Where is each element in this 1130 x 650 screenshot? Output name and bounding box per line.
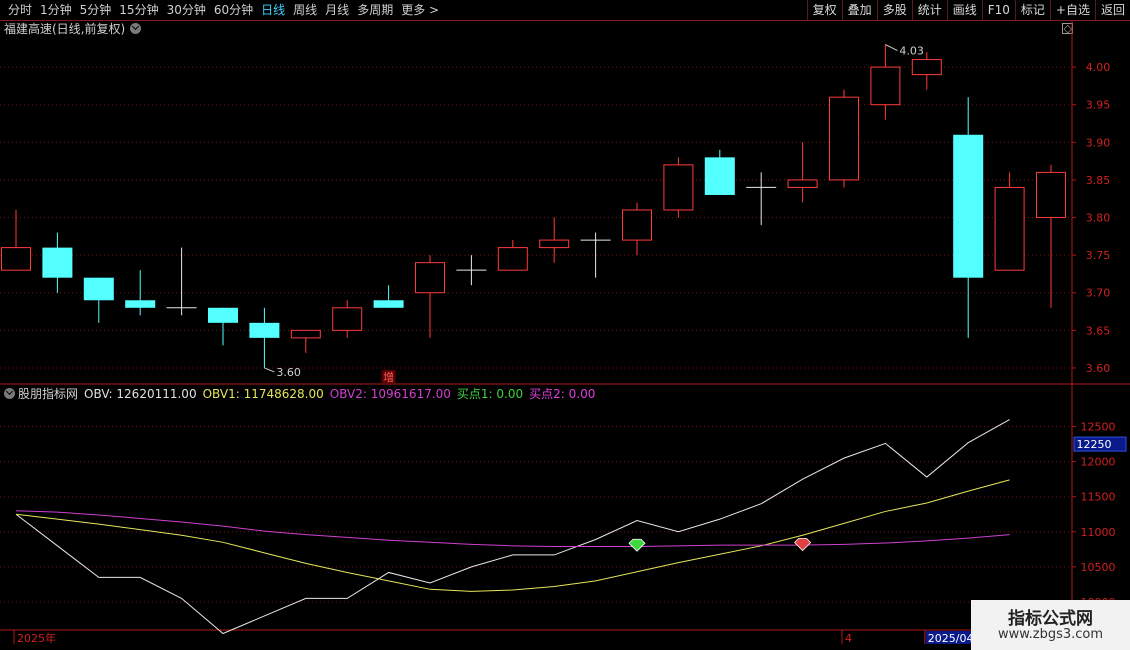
price-tick-label: 3.80 (1086, 212, 1111, 225)
candle-body (83, 277, 114, 301)
ind-tick-label: 12000 (1081, 456, 1116, 469)
price-tick-label: 3.95 (1086, 99, 1111, 112)
price-tick-label: 3.60 (1086, 362, 1111, 375)
price-tick-label: 3.75 (1086, 249, 1111, 262)
ind-tick-label: 11000 (1081, 526, 1116, 539)
candle-body (663, 164, 694, 211)
low-marker-label: 3.60 (276, 366, 301, 379)
time-label: 2025年 (17, 631, 56, 645)
candle-body (953, 134, 984, 278)
candle-body (249, 322, 280, 338)
watermark: 指标公式网 www.zbgs3.com (971, 600, 1130, 650)
buy-signal-gem-1 (628, 538, 646, 552)
indicator-title: 股朋指标网 OBV: 12620111.00 OBV1: 11748628.00 OB… (4, 386, 601, 402)
kline-chart: 4.00 3.95 3.90 3.85 3.80 3.75 3.70 3.65 3.60 4.03… (0, 21, 1130, 650)
price-tick-label: 3.90 (1086, 136, 1111, 149)
current-value-label: 12250 (1077, 438, 1112, 451)
candle-body (208, 307, 238, 323)
price-tick-label: 3.70 (1086, 287, 1111, 300)
buy-signal-gem-2 (794, 538, 812, 552)
candle-body (332, 307, 363, 331)
watermark-url: www.zbgs3.com (997, 627, 1104, 642)
high-marker-line (885, 44, 898, 51)
candle-body (829, 96, 859, 181)
indicator-value-2: OBV2: 10961617.00 (329, 387, 451, 401)
candle-body (415, 262, 445, 294)
indicator-value-4: 买点2: 0.00 (529, 387, 596, 401)
candle-body (125, 300, 156, 308)
indicator-name[interactable]: 股朋指标网 (18, 387, 78, 401)
candle-body (787, 179, 818, 188)
price-tick-label: 3.65 (1086, 324, 1111, 337)
candle-body (1036, 171, 1066, 219)
series-obv2 (15, 510, 1010, 548)
candle-body (704, 157, 735, 195)
candle-body (1, 247, 31, 271)
candle-body (290, 329, 321, 339)
price-tick-label: 3.85 (1086, 174, 1111, 187)
indicator-value-1: OBV1: 11748628.00 (202, 387, 324, 401)
candle-body (539, 239, 570, 249)
ind-tick-label: 12500 (1081, 421, 1116, 434)
high-marker-label: 4.03 (899, 45, 924, 58)
candle-body (870, 66, 901, 106)
indicator-value-0: OBV: 12620111.00 (84, 387, 197, 401)
watermark-title: 指标公式网 (1008, 609, 1093, 629)
price-tick-label: 4.00 (1086, 61, 1111, 74)
time-label: 4 (845, 632, 852, 645)
ind-tick-label: 11500 (1081, 491, 1116, 504)
candle-body (994, 186, 1025, 271)
ind-tick-label: 10500 (1081, 561, 1116, 574)
series-obv (15, 419, 1010, 635)
indicator-dropdown-icon[interactable] (4, 388, 15, 399)
candle-body (911, 59, 942, 76)
candle-body (373, 300, 404, 308)
increase-badge: 增 (383, 370, 394, 384)
candle-body (622, 209, 652, 241)
low-marker-line (264, 367, 275, 373)
candle-body (42, 247, 73, 278)
indicator-value-3: 买点1: 0.00 (456, 387, 524, 401)
candle-body (497, 247, 528, 271)
